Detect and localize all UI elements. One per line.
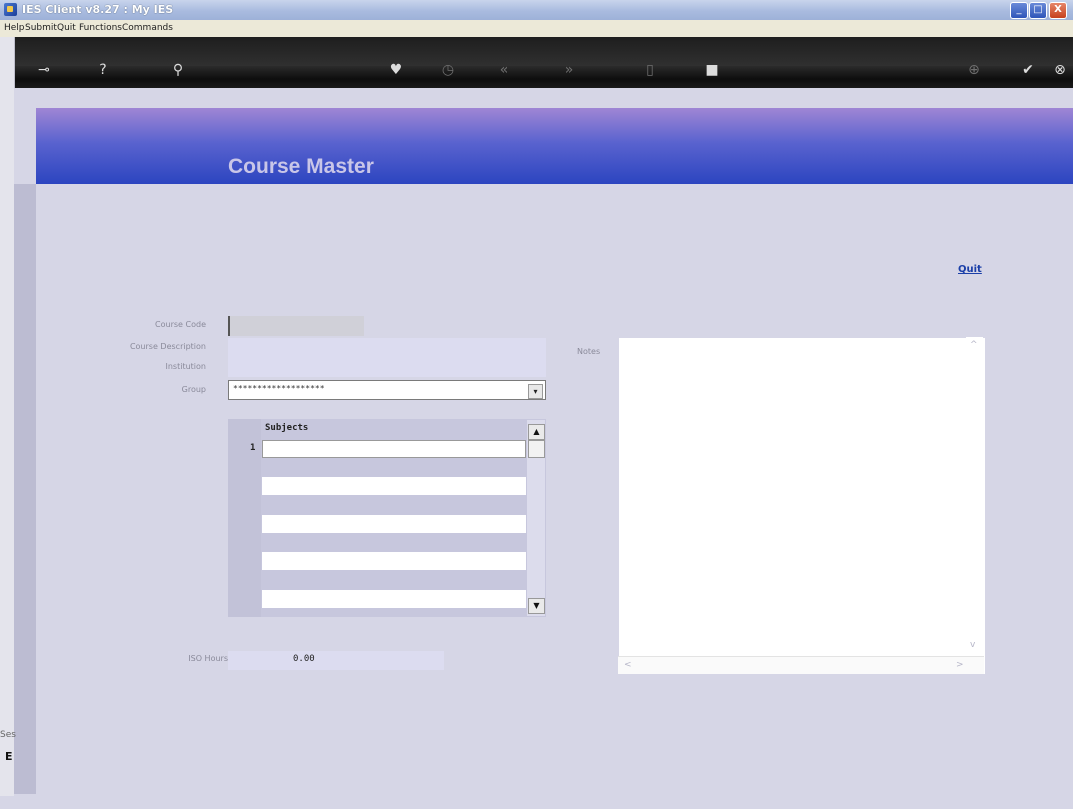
left-margin-bar — [14, 184, 36, 794]
title-bar: IES Client v8.27 : My IES _ □ X — [0, 0, 1073, 21]
history-icon[interactable]: ◷ — [438, 61, 458, 79]
course-code-label: Course Code — [155, 320, 206, 329]
list-icon[interactable]: ▯ — [640, 61, 660, 79]
notes-scroll-right-icon[interactable]: > — [956, 660, 964, 670]
subjects-cell[interactable] — [262, 590, 526, 608]
notes-scroll-down-icon[interactable]: v — [970, 640, 975, 650]
subjects-cell[interactable] — [262, 552, 526, 570]
window-title: IES Client v8.27 : My IES — [22, 3, 174, 16]
iso-hours-value: 0.00 — [293, 654, 315, 664]
notes-textarea[interactable] — [618, 337, 986, 675]
minimize-button[interactable]: _ — [1010, 2, 1028, 19]
notes-vertical-scrollbar[interactable] — [966, 337, 983, 655]
institution-label: Institution — [165, 362, 207, 371]
notes-horizontal-scrollbar[interactable] — [618, 656, 984, 674]
session-label: Ses — [0, 730, 16, 740]
group-label: Group — [181, 385, 206, 394]
forward-icon[interactable]: » — [559, 61, 579, 79]
menu-help[interactable]: Help — [4, 23, 25, 33]
course-code-input[interactable] — [228, 316, 364, 336]
back-icon[interactable]: « — [494, 61, 514, 79]
quit-link[interactable]: Quit — [958, 264, 982, 275]
notes-scroll-left-icon[interactable]: < — [624, 660, 632, 670]
menu-functions[interactable]: Functions — [79, 23, 122, 33]
subjects-cell[interactable] — [262, 515, 526, 533]
group-select[interactable]: ******************* — [228, 380, 546, 400]
heart-icon[interactable]: ♥ — [386, 61, 406, 79]
iso-hours-field[interactable] — [228, 651, 444, 670]
subjects-scroll-thumb[interactable] — [528, 440, 545, 458]
search-icon[interactable]: ⚲ — [168, 61, 188, 79]
page-title: Course Master — [228, 155, 374, 178]
iso-hours-label: ISO Hours — [188, 654, 228, 663]
institution-input[interactable] — [228, 358, 546, 377]
key-icon[interactable]: ⊸ — [34, 61, 54, 79]
course-description-input[interactable] — [228, 338, 546, 358]
maximize-button[interactable]: □ — [1029, 2, 1047, 19]
close-window-button[interactable]: X — [1049, 2, 1067, 19]
subjects-row-number-column — [228, 419, 261, 617]
subjects-row-number: 1 — [250, 443, 256, 453]
left-strip — [0, 37, 15, 809]
subjects-scroll-down-button[interactable]: ▼ — [528, 598, 545, 614]
help-icon[interactable]: ? — [93, 61, 113, 79]
session-indicator: E — [5, 750, 13, 763]
menu-bar: Help Submit Quit Functions Commands — [0, 20, 1073, 38]
ok-icon[interactable]: ✔ — [1018, 61, 1038, 79]
menu-submit[interactable]: Submit — [25, 23, 57, 33]
add-icon[interactable]: ⊕ — [964, 61, 984, 79]
header-banner — [36, 108, 1073, 184]
subjects-header: Subjects — [261, 420, 527, 439]
course-description-label: Course Description — [129, 342, 206, 351]
app-icon — [4, 3, 17, 16]
notes-scroll-up-icon[interactable]: ^ — [970, 340, 978, 350]
save-icon[interactable]: ■ — [702, 61, 722, 79]
notes-label: Notes — [577, 347, 601, 356]
subjects-cell[interactable] — [262, 440, 526, 458]
bottom-strip — [0, 796, 1073, 809]
toolbar: ⊸ ? ⚲ ♥ ◷ « » ▯ ■ ⊕ ✔ ⊗ — [14, 62, 1073, 88]
application-window: IES Client v8.27 : My IES _ □ X Help Sub… — [0, 0, 1073, 809]
subjects-cell[interactable] — [262, 477, 526, 495]
close-icon[interactable]: ⊗ — [1050, 61, 1070, 79]
menu-commands[interactable]: Commands — [122, 23, 173, 33]
group-dropdown-button[interactable]: ▾ — [528, 384, 543, 399]
menu-quit[interactable]: Quit — [57, 23, 76, 33]
subjects-scroll-up-button[interactable]: ▲ — [528, 424, 545, 440]
